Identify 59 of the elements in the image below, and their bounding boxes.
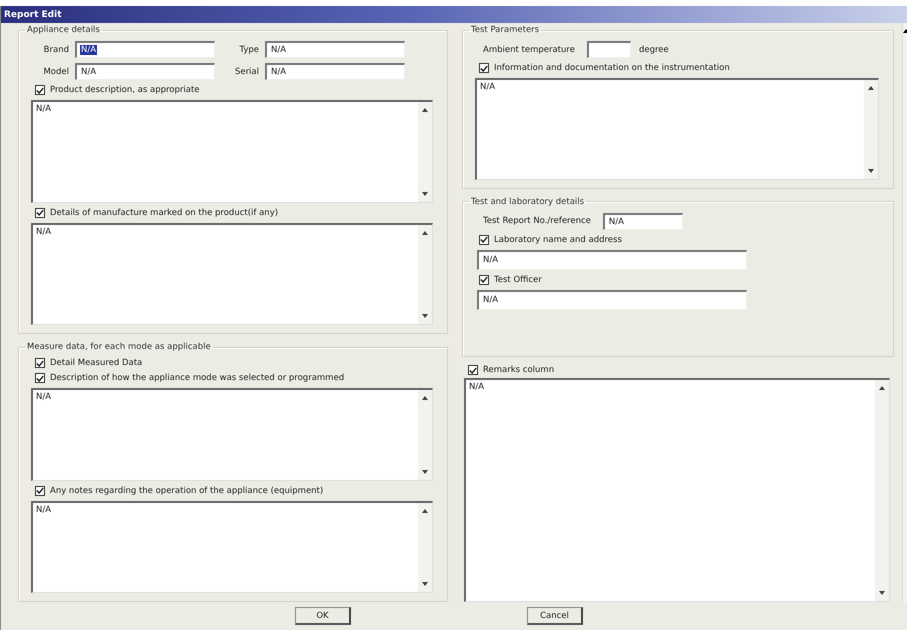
checkbox[interactable] [479,274,489,284]
input-field[interactable]: N/A [602,212,683,230]
scroll-down-icon[interactable] [422,192,428,196]
checkbox-label: Any notes regarding the operation of the appliance (equipment) [50,486,324,496]
scroll-up-icon[interactable] [422,396,428,400]
field-label: Model [42,66,69,76]
scroll-up-icon[interactable] [868,86,874,90]
unit-label: degree [638,44,669,54]
input-field[interactable]: N/A [75,41,215,58]
checkbox-label: Remarks column [483,365,554,375]
text-area[interactable]: N/A [475,78,879,180]
field-label: Brand [42,44,69,54]
checkbox-label: Test Officer [494,274,542,284]
field-label: Ambient temperature [483,44,575,54]
scrollbar[interactable] [902,23,907,602]
input-field[interactable]: N/A [265,41,405,58]
text-area[interactable]: N/A [31,500,433,593]
input-field[interactable] [586,41,631,58]
checkbox-label: Detail Measured Data [50,358,142,368]
checkbox[interactable] [35,85,45,95]
group-title: Test and laboratory details [470,196,586,206]
input-field[interactable]: N/A [477,250,747,270]
checkbox[interactable] [35,358,45,368]
group-title: Test Parameters [470,25,540,35]
scroll-down-icon[interactable] [879,591,885,595]
checkbox-label: Description of how the appliance mode was selected or programmed [50,373,344,384]
scroll-up-icon[interactable] [879,386,885,390]
checkbox[interactable] [468,365,478,375]
dialog-button[interactable]: Cancel [527,607,583,625]
checkbox-label: Details of manufacture marked on the product(if any) [50,208,278,218]
scroll-down-icon[interactable] [422,582,428,586]
input-field[interactable]: N/A [477,290,747,310]
checkbox-label: Information and documentation on the instrumentation [494,63,730,73]
field-label: Type [238,44,259,54]
checkbox[interactable] [35,208,45,218]
checkbox[interactable] [479,234,489,244]
checkbox-label: Laboratory name and address [494,234,622,244]
scroll-down-icon[interactable] [868,168,874,172]
checkbox-label: Product description, as appropriate [50,85,200,95]
dialog-button[interactable]: OK [295,607,351,625]
group-title: Measure data, for each mode as applicable [26,342,212,352]
text-area[interactable]: N/A [31,222,433,326]
checkbox[interactable] [35,373,45,384]
field-label: Test Report No./reference [483,216,591,226]
window-title: Report Edit [4,10,62,20]
scroll-up-icon[interactable] [422,108,428,112]
group-title: Appliance details [26,25,101,35]
text-area[interactable]: N/A [31,100,433,203]
input-field[interactable]: N/A [265,63,405,80]
text-area[interactable]: N/A [31,388,433,481]
scroll-up-icon[interactable] [422,508,428,513]
scroll-down-icon[interactable] [422,470,428,474]
scroll-up-icon[interactable] [422,230,428,235]
checkbox[interactable] [479,63,489,73]
text-area[interactable]: N/A [464,378,890,602]
scroll-down-icon[interactable] [422,314,428,318]
checkbox[interactable] [35,486,45,496]
input-field[interactable]: N/A [75,63,215,80]
field-label: Serial [234,66,259,76]
